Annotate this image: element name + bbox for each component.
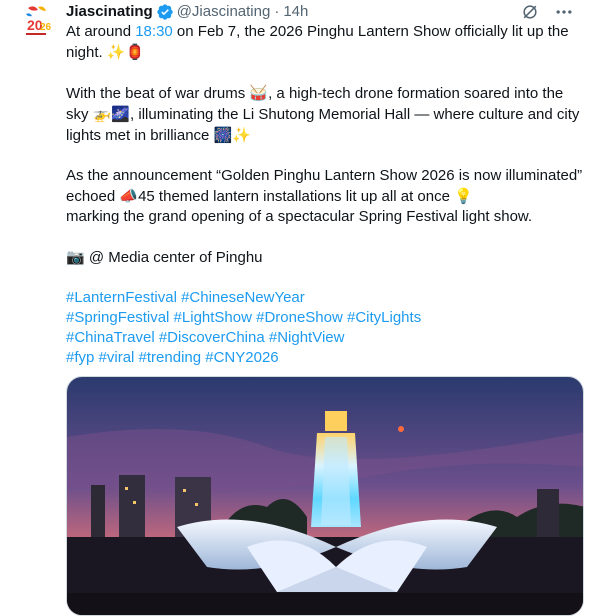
- paragraph-3: As the announcement “Golden Pinghu Lante…: [66, 166, 588, 227]
- camera-emoji: 📷: [66, 248, 85, 266]
- credit-text: @ Media center of Pinghu: [84, 249, 263, 266]
- tweet-media-image[interactable]: [66, 376, 584, 616]
- timestamp[interactable]: 14h: [283, 2, 308, 22]
- text-segment: 45 themed lantern installations lit up a…: [138, 188, 455, 205]
- megaphone-emoji: 📣: [119, 187, 139, 205]
- hashtag-line-3[interactable]: #ChinaTravel #DiscoverChina #NightView: [66, 328, 588, 348]
- paragraph-1: At around 18:30 on Feb 7, the 2026 Pingh…: [66, 22, 588, 63]
- drum-emoji: 🥁: [249, 84, 269, 102]
- fireworks-emoji: 🎆✨: [213, 126, 251, 144]
- svg-text:26: 26: [40, 22, 52, 33]
- tweet-card: 20 26 Jiascinating @Jiascinating · 14h A…: [0, 0, 600, 616]
- paragraph-4: 📷 @ Media center of Pinghu: [66, 247, 588, 268]
- time-link[interactable]: 18:30: [135, 23, 173, 40]
- lightbulb-emoji: 💡: [454, 187, 473, 205]
- text-segment: At around: [66, 23, 136, 40]
- grok-icon[interactable]: [520, 2, 540, 22]
- tweet-text: At around 18:30 on Feb 7, the 2026 Pingh…: [66, 22, 588, 368]
- more-icon[interactable]: [554, 2, 574, 22]
- emoji: ✨🏮: [106, 43, 145, 61]
- drone-emoji: 🚁🌌: [92, 105, 131, 123]
- tweet-header: Jiascinating @Jiascinating · 14h: [66, 2, 584, 22]
- hashtag-line-1[interactable]: #LanternFestival #ChineseNewYear: [66, 288, 588, 308]
- text-segment: With the beat of war drums: [66, 85, 250, 102]
- hashtag-line-4[interactable]: #fyp #viral #trending #CNY2026: [66, 348, 588, 368]
- author-name[interactable]: Jiascinating: [66, 2, 153, 22]
- hashtag-line-2[interactable]: #SpringFestival #LightShow #DroneShow #C…: [66, 308, 588, 328]
- author-handle[interactable]: @Jiascinating: [177, 2, 271, 22]
- verified-badge-icon: [156, 3, 174, 21]
- header-actions: [520, 2, 574, 22]
- text-segment: marking the grand opening of a spectacul…: [66, 208, 533, 225]
- separator-dot: ·: [274, 3, 280, 20]
- avatar[interactable]: 20 26: [16, 0, 56, 40]
- paragraph-2: With the beat of war drums 🥁, a high-tec…: [66, 83, 588, 146]
- text-segment: , illuminating the Li Shutong Memorial H…: [66, 106, 580, 144]
